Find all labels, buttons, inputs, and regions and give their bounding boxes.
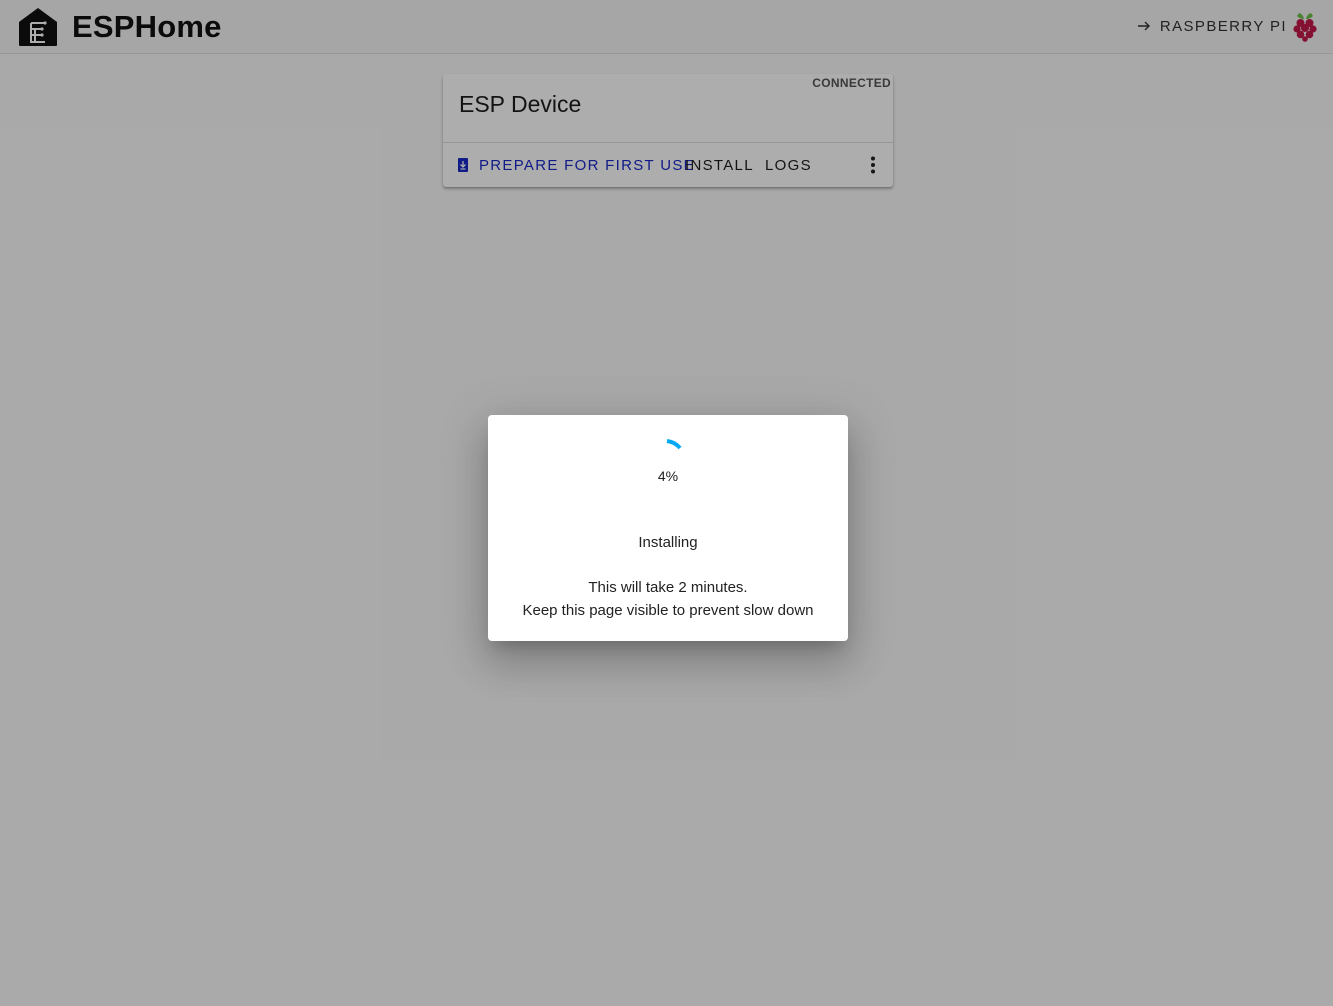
page: ESPHome RASPBERRY PI CONNECTED ESP Devic… — [0, 0, 1333, 1006]
install-status: Installing — [638, 534, 698, 551]
progress-spinner-icon — [666, 439, 682, 450]
info-keep-visible: Keep this page visible to prevent slow d… — [522, 602, 814, 619]
progress-percent: 4% — [657, 468, 679, 484]
info-duration: This will take 2 minutes. — [588, 579, 748, 596]
install-dialog: 4% Installing This will take 2 minutes. … — [488, 415, 848, 641]
